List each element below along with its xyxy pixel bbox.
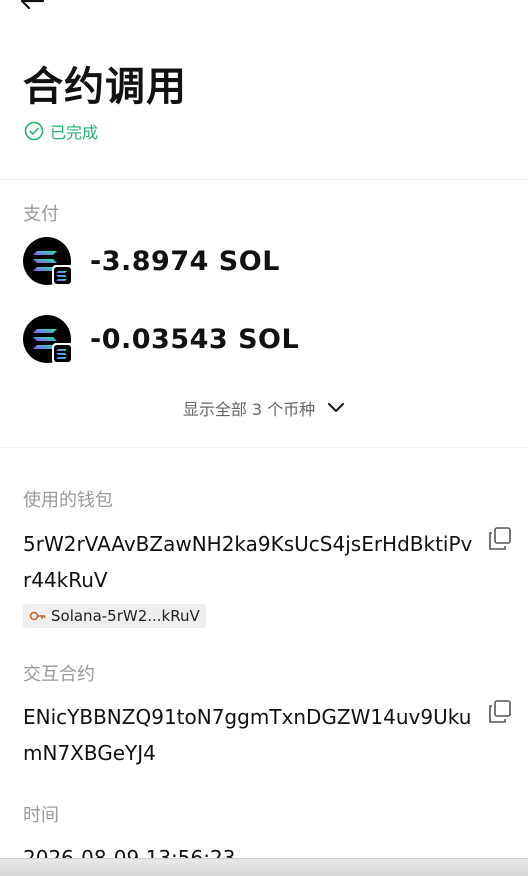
check-circle-icon (24, 121, 44, 141)
wallet-label: 使用的钱包 (23, 490, 113, 511)
solana-icon (23, 315, 73, 364)
payment-item: -0.03543 SOL (23, 315, 300, 364)
status-badge: 已完成 (24, 119, 98, 143)
contract-address: ENicYBBNZQ91toN7ggmTxnDGZW14uv9UkumN7XBG… (23, 705, 472, 765)
page-title: 合约调用 (23, 64, 187, 110)
payment-label: 支付 (23, 204, 59, 225)
payment-item: -3.8974 SOL (23, 237, 280, 286)
arrow-left-icon (20, 0, 45, 10)
show-all-coins-button[interactable]: 显示全部 3 个币种 (0, 396, 528, 420)
status-text: 已完成 (50, 123, 99, 142)
chevron-down-icon (328, 403, 345, 412)
wallet-tag-label: Solana-5rW2...kRuV (51, 607, 200, 625)
divider (0, 447, 528, 448)
divider (0, 179, 528, 180)
solana-icon (23, 237, 73, 286)
time-label: 时间 (23, 805, 59, 826)
payment-amount: -3.8974 SOL (90, 245, 280, 277)
copy-icon (489, 700, 511, 723)
copy-icon (489, 527, 511, 550)
copy-wallet-button[interactable] (486, 525, 514, 553)
transaction-detail-page: 合约调用 已完成 支付 -3.8974 SOL -0.03543 SOL 显示全… (0, 0, 528, 876)
bottom-bar (0, 858, 528, 876)
payment-amount: -0.03543 SOL (90, 323, 300, 355)
wallet-address: 5rW2rVAAvBZawNH2ka9KsUcS4jsErHdBktiPvr44… (23, 532, 473, 592)
key-icon (29, 611, 46, 621)
back-button[interactable] (14, 0, 50, 16)
show-all-label: 显示全部 3 个币种 (182, 400, 316, 419)
copy-contract-button[interactable] (486, 698, 514, 726)
contract-label: 交互合约 (23, 664, 95, 685)
wallet-tag: Solana-5rW2...kRuV (23, 604, 206, 628)
